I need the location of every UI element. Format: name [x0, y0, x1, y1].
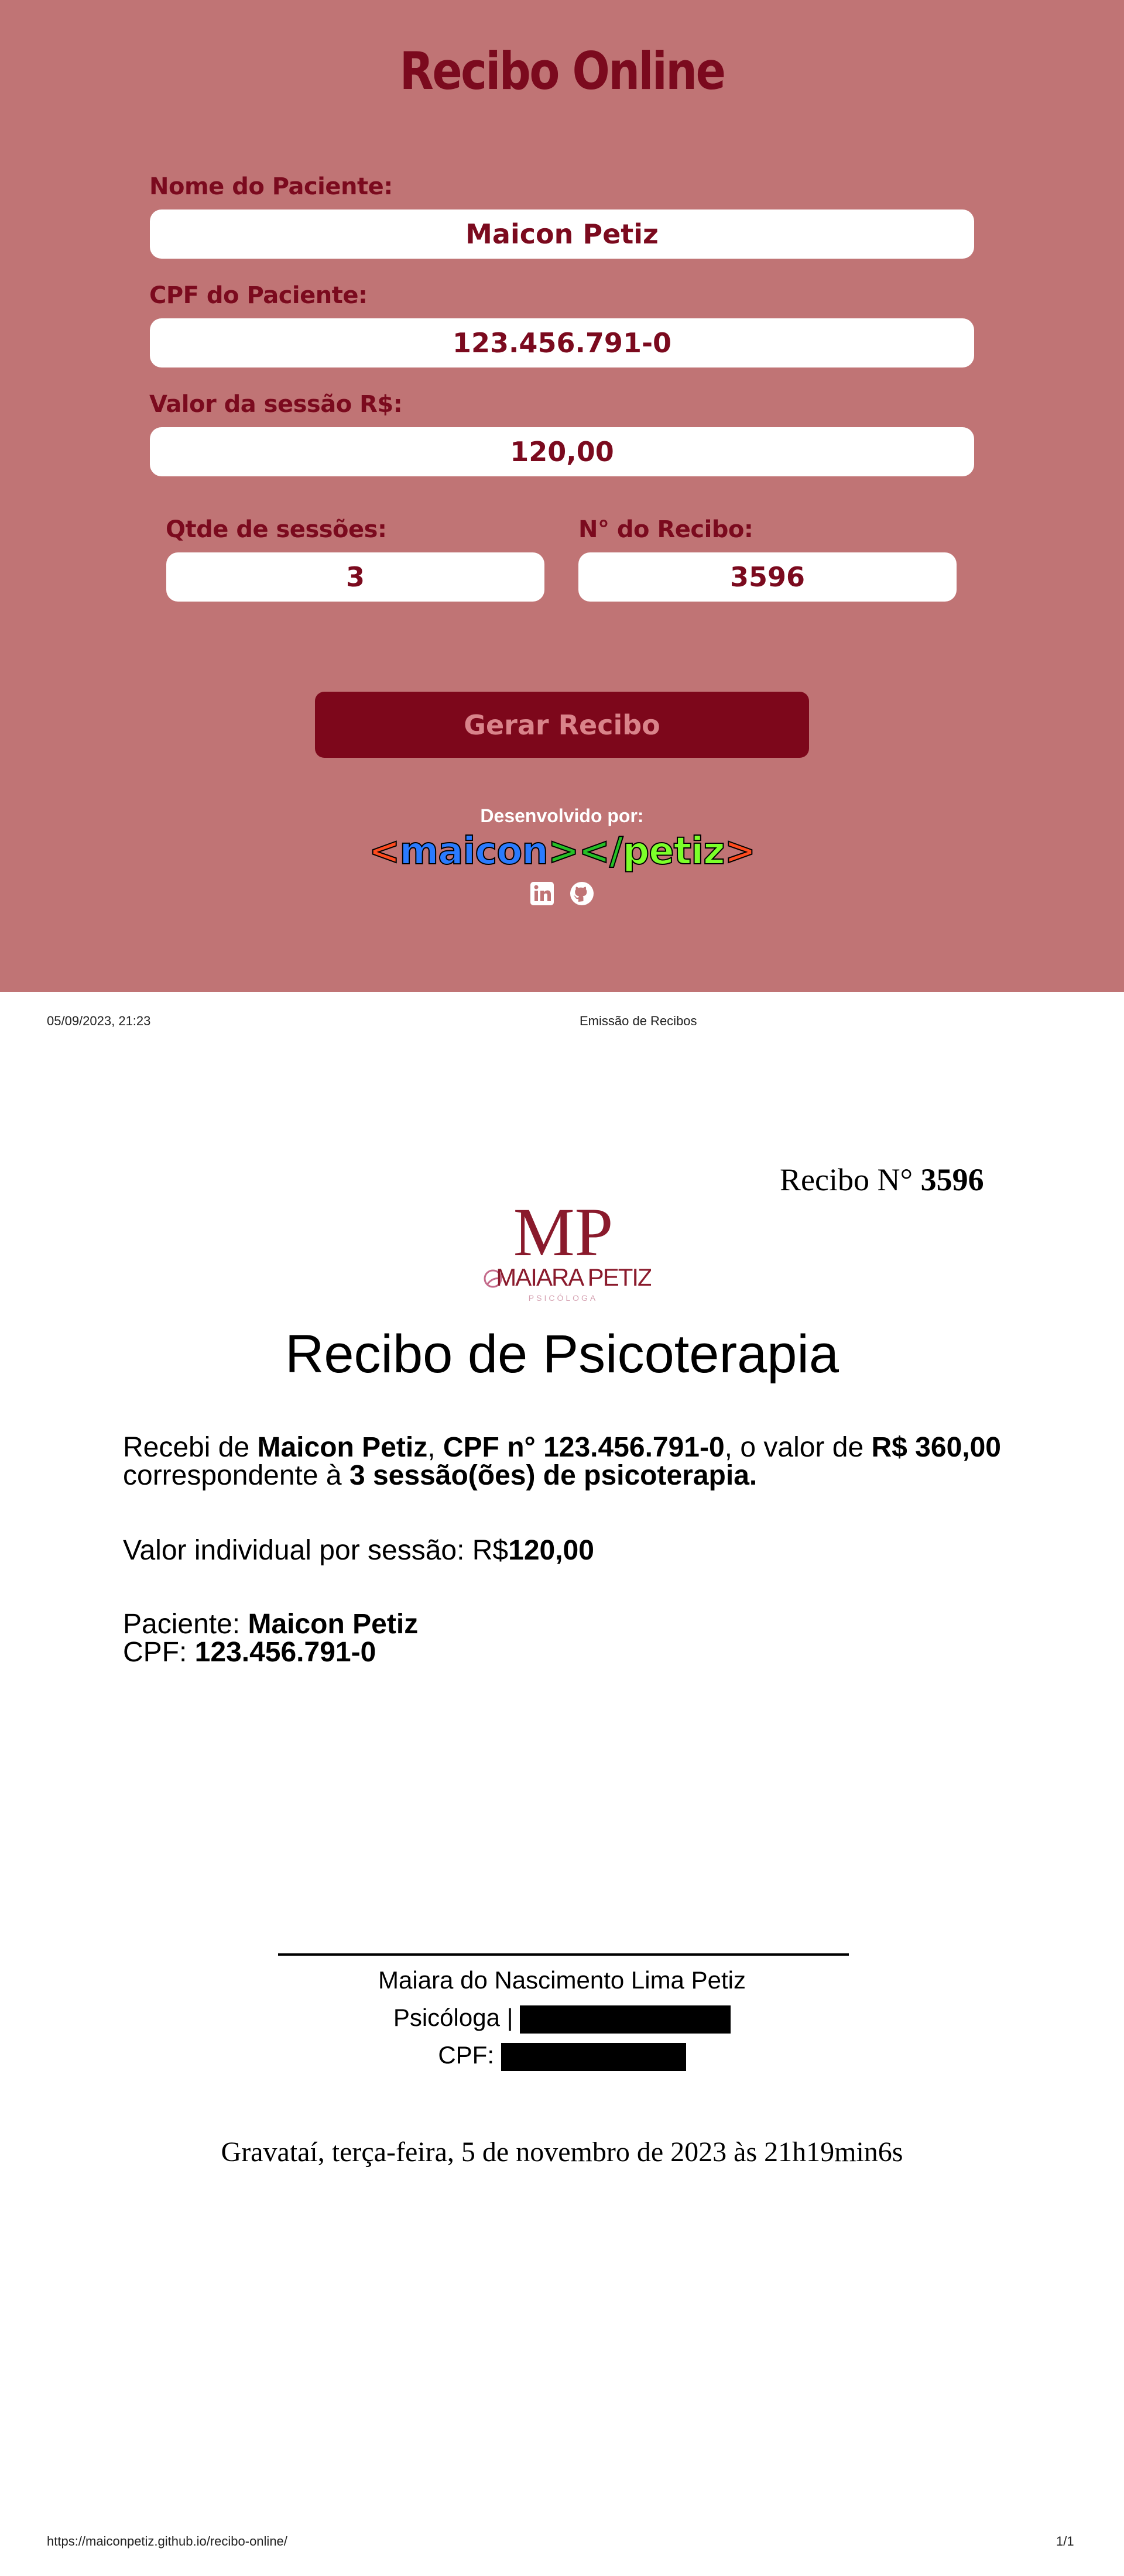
patient-cpf-line: CPF: 123.456.791-0: [123, 1639, 1007, 1667]
patient-name-label: Nome do Paciente:: [149, 173, 393, 200]
logo-name-petiz: petiz: [622, 829, 725, 874]
logo-bracket-close: >: [724, 829, 756, 874]
print-footer-url: https://maiconpetiz.github.io/recibo-onl…: [47, 2534, 287, 2548]
patient-cpf-value-print: 123.456.791-0: [194, 1637, 376, 1668]
print-header-date: 05/09/2023, 21:23: [47, 1014, 151, 1028]
patient-cpf-label: CPF do Paciente:: [149, 282, 368, 309]
brand-name: MAIARA PETIZ: [496, 1263, 651, 1291]
body-patient-name: Maicon Petiz: [257, 1432, 428, 1463]
linkedin-icon[interactable]: [529, 881, 555, 906]
body-text: , o valor de: [724, 1432, 872, 1463]
body-text: correspondente à: [123, 1460, 349, 1491]
github-icon[interactable]: [569, 881, 595, 906]
developer-logo[interactable]: <maicon></petiz>: [0, 829, 1124, 874]
session-qty-label: Qtde de sessões:: [166, 516, 387, 543]
receipt-form-section: Recibo Online Nome do Paciente: CPF do P…: [0, 0, 1124, 992]
place-date: Gravataí, terça-feira, 5 de novembro de …: [221, 2137, 903, 2168]
signature-cpf-label: CPF:: [438, 2041, 501, 2069]
body-sessions: 3 sessão(ões) de psicoterapia.: [349, 1460, 758, 1491]
document-title: Recibo de Psicoterapia: [285, 1324, 839, 1384]
signature-role: Psicóloga |: [0, 2004, 1124, 2034]
brand-logo: MP MAIARA PETIZ PSICÓLOGA: [475, 1194, 653, 1311]
signature-line: [278, 1953, 849, 1956]
signature-role-label: Psicóloga |: [393, 2004, 520, 2031]
session-value-input[interactable]: [150, 427, 974, 476]
individual-value-line: Valor individual por sessão: R$120,00: [123, 1537, 1007, 1565]
signature-cpf: CPF:: [0, 2041, 1124, 2071]
receipt-number-input[interactable]: [578, 552, 957, 602]
receipt-number-label-text: Recibo N°: [780, 1162, 913, 1197]
patient-value: Maicon Petiz: [248, 1609, 419, 1640]
logo-bracket-open: <: [368, 829, 401, 874]
generate-receipt-button[interactable]: Gerar Recibo: [315, 692, 809, 758]
patient-cpf-input[interactable]: [150, 318, 974, 367]
social-links: [525, 881, 599, 909]
body-patient-cpf: CPF n° 123.456.791-0: [443, 1432, 725, 1463]
print-footer-page: 1/1: [1056, 2534, 1074, 2548]
signature-name: Maiara do Nascimento Lima Petiz: [378, 1966, 746, 1994]
session-value-label: Valor da sessão R$:: [149, 391, 403, 418]
session-qty-input[interactable]: [166, 552, 544, 602]
body-text: ,: [427, 1432, 443, 1463]
redacted-registration: [520, 2005, 731, 2034]
body-text: Recebi de: [123, 1432, 258, 1463]
body-total-value: R$ 360,00: [871, 1432, 1001, 1463]
individual-value: 120,00: [508, 1535, 594, 1566]
app-title: Recibo Online: [399, 41, 726, 101]
patient-label: Paciente:: [123, 1609, 248, 1640]
logo-name-maicon: maicon: [399, 829, 549, 874]
logo-bracket-mid: ></: [547, 829, 624, 874]
patient-name-input[interactable]: [150, 209, 974, 259]
patient-line: Paciente: Maicon Petiz: [123, 1610, 1007, 1639]
receipt-number-label: N° do Recibo:: [578, 516, 753, 543]
receipt-number-value: 3596: [920, 1162, 984, 1197]
print-header-title: Emissão de Recibos: [580, 1014, 697, 1028]
developed-by-label: Desenvolvido por:: [480, 805, 644, 826]
receipt-body-paragraph: Recebi de Maicon Petiz, CPF n° 123.456.7…: [123, 1434, 1007, 1490]
brand-monogram: MP: [513, 1197, 614, 1270]
redacted-cpf: [501, 2042, 686, 2071]
individual-value-label: Valor individual por sessão:: [123, 1535, 472, 1566]
patient-cpf-label-print: CPF:: [123, 1637, 195, 1668]
brand-tagline: PSICÓLOGA: [529, 1293, 598, 1303]
receipt-number-heading: Recibo N° 3596: [780, 1162, 984, 1198]
currency-prefix: R$: [472, 1535, 509, 1566]
